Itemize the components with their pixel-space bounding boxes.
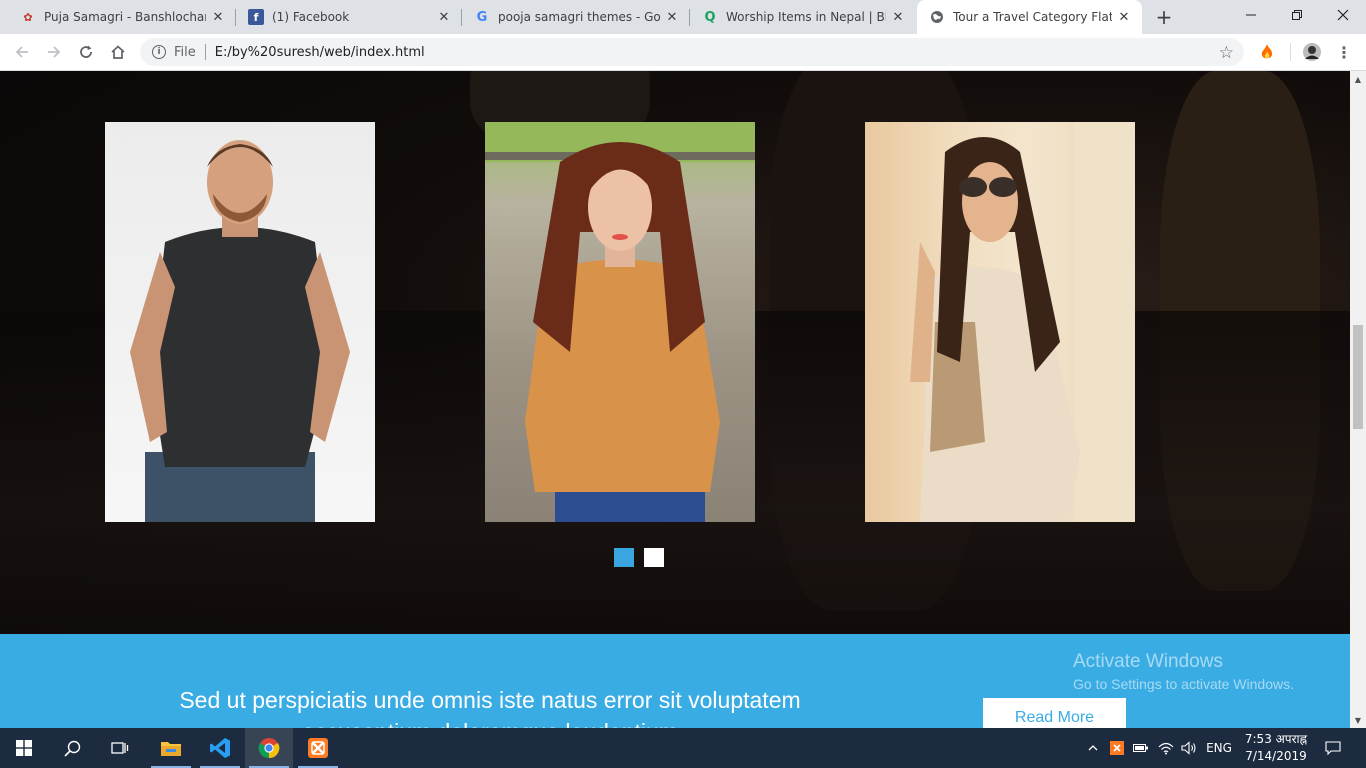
close-icon[interactable]: ✕ <box>436 9 452 25</box>
wifi-icon[interactable] <box>1155 728 1177 768</box>
clock-time: 7:53 अपराह्न <box>1244 732 1308 746</box>
tab-google-search[interactable]: G pooja samagri themes - Googl ✕ <box>462 0 690 34</box>
xampp-icon[interactable] <box>294 728 342 768</box>
close-window-button[interactable] <box>1320 0 1366 30</box>
search-icon[interactable] <box>48 728 96 768</box>
file-explorer-icon[interactable] <box>147 728 195 768</box>
url-text[interactable]: E:/by%20suresh/web/index.html <box>215 45 425 60</box>
new-tab-button[interactable]: + <box>1152 5 1176 29</box>
google-icon: G <box>476 9 488 25</box>
windows-start-icon[interactable] <box>0 728 48 768</box>
carousel-dot-1[interactable] <box>614 548 634 567</box>
fire-extension-icon[interactable] <box>1257 42 1277 62</box>
windows-activation-watermark: Activate Windows Go to Settings to activ… <box>1073 651 1294 692</box>
restore-button[interactable] <box>1274 0 1320 30</box>
tab-title: (1) Facebook <box>272 10 350 24</box>
tab-bheti[interactable]: Q Worship Items in Nepal | Bheti ✕ <box>690 0 916 34</box>
bheti-icon: Q <box>704 9 716 25</box>
scroll-up-arrow-icon[interactable]: ▲ <box>1350 71 1366 87</box>
address-bar[interactable]: i File E:/by%20suresh/web/index.html ☆ <box>140 38 1244 66</box>
system-clock[interactable]: 7:53 अपराह्न 7/14/2019 <box>1236 731 1316 765</box>
reload-button[interactable] <box>72 38 100 66</box>
page-scrollbar[interactable]: ▲ ▼ <box>1350 71 1366 728</box>
avatar[interactable] <box>1302 42 1322 62</box>
toolbar-separator <box>1290 43 1291 61</box>
chrome-icon[interactable] <box>245 728 293 768</box>
read-more-button[interactable]: Read More <box>983 698 1126 728</box>
globe-icon <box>929 9 945 25</box>
vscode-icon[interactable] <box>196 728 244 768</box>
forward-button[interactable] <box>40 38 68 66</box>
watermark-title: Activate Windows <box>1073 651 1223 672</box>
task-view-icon[interactable] <box>96 728 144 768</box>
close-icon[interactable]: ✕ <box>890 9 906 25</box>
tab-title: Worship Items in Nepal | Bheti <box>726 10 886 24</box>
home-button[interactable] <box>104 38 132 66</box>
language-indicator[interactable]: ENG <box>1202 728 1236 768</box>
notification-icon[interactable] <box>1316 728 1350 768</box>
tab-title: Tour a Travel Category Flat Boo <box>953 10 1112 24</box>
battery-icon[interactable] <box>1130 728 1152 768</box>
minimize-button[interactable] <box>1228 0 1274 30</box>
watermark-subtitle: Go to Settings to activate Windows. <box>1073 676 1294 692</box>
scroll-down-arrow-icon[interactable]: ▼ <box>1350 712 1366 728</box>
team-section <box>0 71 1350 641</box>
page-viewport: Sed ut perspiciatis unde omnis iste natu… <box>0 71 1350 728</box>
xampp-tray-icon[interactable] <box>1106 728 1128 768</box>
kebab-menu-icon[interactable]: ⋮ <box>1334 42 1354 62</box>
close-icon[interactable]: ✕ <box>210 9 226 25</box>
team-photo-2 <box>485 122 755 522</box>
tab-tour-travel[interactable]: Tour a Travel Category Flat Boo ✕ <box>917 0 1142 34</box>
carousel-pagination <box>614 548 664 567</box>
star-icon[interactable]: ☆ <box>1219 43 1234 63</box>
tab-puja-samagri[interactable]: ✿ Puja Samagri - Banshlochan Pu ✕ <box>8 0 236 34</box>
scrollbar-thumb[interactable] <box>1353 325 1363 429</box>
cta-headline: Sed ut perspiciatis unde omnis iste natu… <box>179 687 801 728</box>
tab-title: pooja samagri themes - Googl <box>498 10 660 24</box>
tab-facebook[interactable]: f (1) Facebook ✕ <box>236 0 462 34</box>
team-photo-1 <box>105 122 375 522</box>
tab-title: Puja Samagri - Banshlochan Pu <box>44 10 206 24</box>
team-photo-3 <box>865 122 1135 522</box>
carousel-dot-2[interactable] <box>644 548 664 567</box>
close-icon[interactable]: ✕ <box>1116 9 1132 25</box>
clock-date: 7/14/2019 <box>1245 749 1307 763</box>
close-icon[interactable]: ✕ <box>664 9 680 25</box>
scheme-label: File <box>174 44 196 60</box>
volume-icon[interactable] <box>1178 728 1200 768</box>
tray-chevron-up-icon[interactable] <box>1083 728 1103 768</box>
omnibox-divider <box>204 44 206 60</box>
tab-strip: ✿ Puja Samagri - Banshlochan Pu ✕ f (1) … <box>0 0 1366 34</box>
back-button[interactable] <box>8 38 36 66</box>
red-flower-icon: ✿ <box>23 10 33 24</box>
facebook-icon: f <box>248 9 264 25</box>
browser-toolbar: i File E:/by%20suresh/web/index.html ☆ ⋮ <box>0 34 1366 71</box>
info-icon[interactable]: i <box>152 45 166 59</box>
windows-taskbar: ENG 7:53 अपराह्न 7/14/2019 <box>0 728 1366 768</box>
